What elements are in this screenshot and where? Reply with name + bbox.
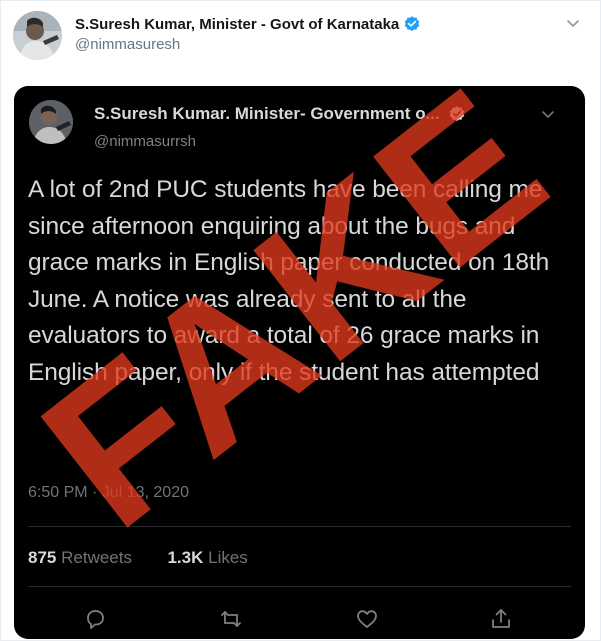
avatar-photo-icon [29, 100, 73, 144]
share-icon [492, 609, 510, 628]
author-name-row[interactable]: S.Suresh Kumar, Minister - Govt of Karna… [75, 15, 421, 33]
embedded-avatar [29, 100, 73, 144]
retweets-count: 875 [28, 548, 57, 567]
retweet-icon [221, 611, 241, 627]
retweets-label: Retweets [61, 548, 132, 567]
author-handle[interactable]: @nimmasuresh [75, 36, 180, 53]
embedded-action-bar [14, 606, 585, 634]
embedded-timestamp: 6:50 PM · Jul 13, 2020 [28, 484, 189, 501]
divider [28, 586, 571, 587]
embedded-tweet-screenshot: S.Suresh Kumar. Minister- Government o..… [14, 86, 585, 639]
author-name[interactable]: S.Suresh Kumar, Minister - Govt of Karna… [75, 16, 399, 33]
embedded-author-name: S.Suresh Kumar. Minister- Government o..… [94, 104, 440, 123]
chevron-down-icon[interactable] [565, 15, 581, 31]
divider [28, 526, 571, 527]
embedded-author-name-row: S.Suresh Kumar. Minister- Government o..… [94, 104, 466, 124]
avatar-photo-icon [13, 11, 62, 60]
heart-icon [357, 610, 377, 628]
chevron-down-icon [542, 111, 554, 118]
embedded-tweet-text: A lot of 2nd PUC students have been call… [28, 176, 550, 386]
embedded-stats: 875 Retweets 1.3K Likes [28, 548, 248, 568]
reply-icon [87, 610, 104, 629]
verified-badge-icon [404, 16, 420, 32]
verified-badge-icon [449, 106, 465, 122]
embedded-author-handle: @nimmasurrsh [94, 133, 196, 150]
likes-label: Likes [208, 548, 248, 567]
author-avatar[interactable] [13, 11, 62, 60]
likes-count: 1.3K [167, 548, 204, 567]
